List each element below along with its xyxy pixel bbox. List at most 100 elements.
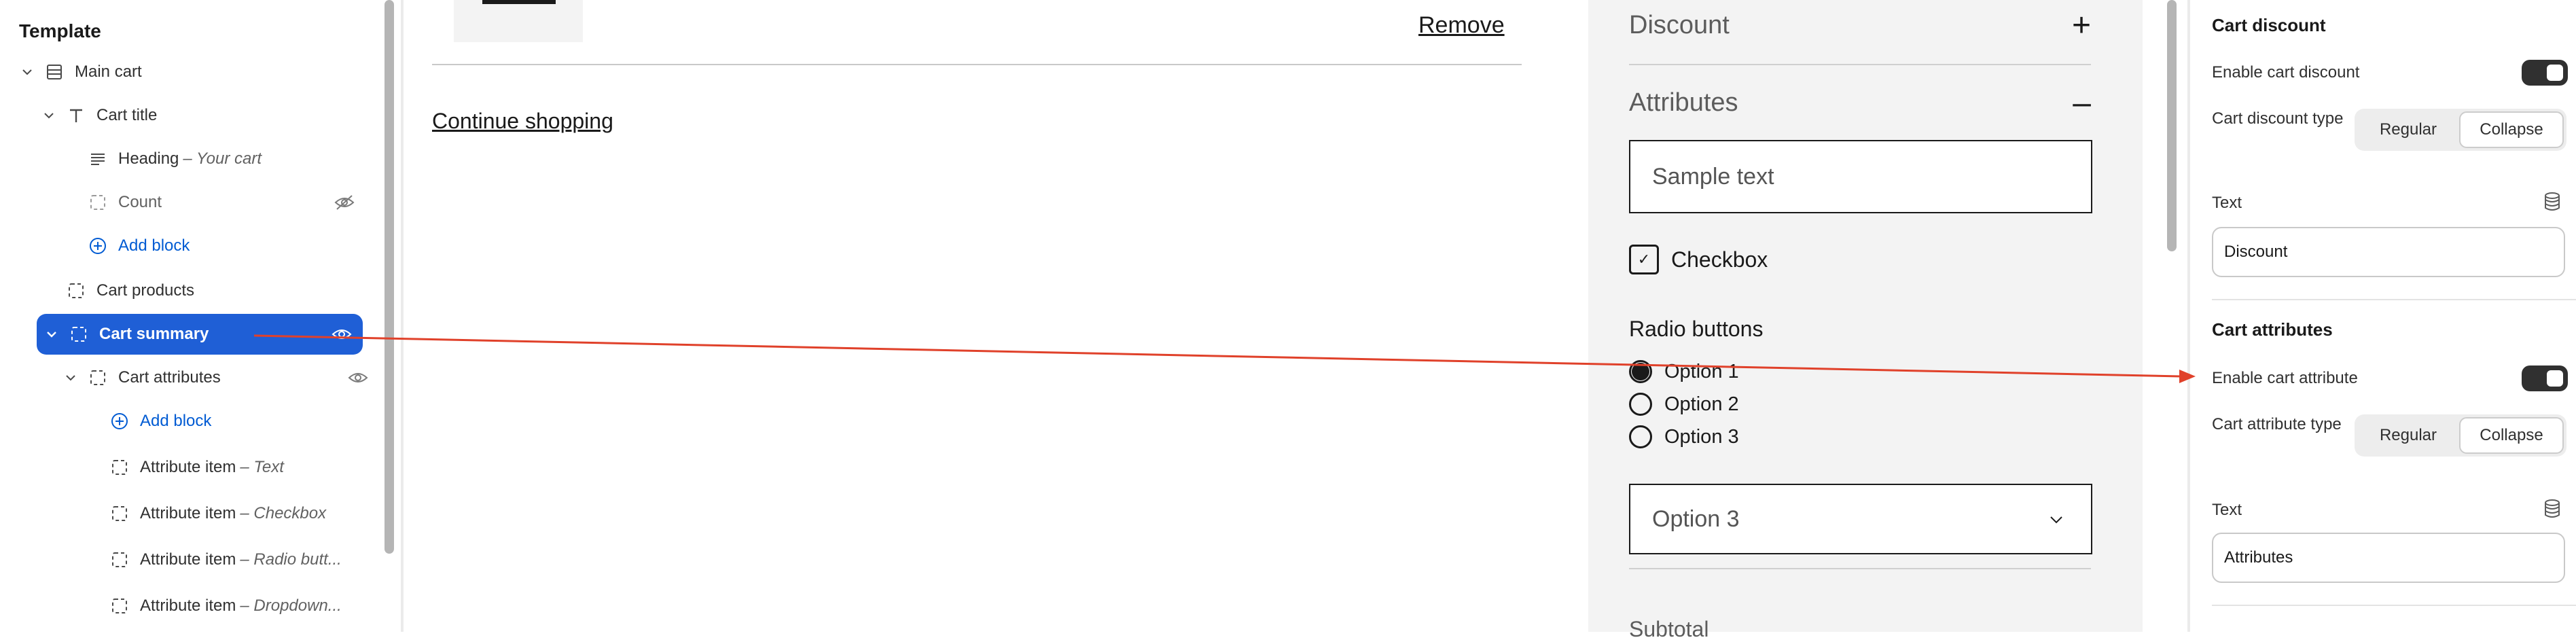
tree-item-main-cart[interactable]: Main cart bbox=[19, 52, 142, 92]
attributes-label: Attributes bbox=[1629, 88, 1738, 117]
tree-item-sublabel: – Your cart bbox=[183, 149, 262, 168]
divider bbox=[1629, 568, 2091, 569]
attribute-type-segmented[interactable]: Regular Collapse bbox=[2355, 414, 2566, 457]
radio-icon[interactable] bbox=[1629, 393, 1652, 416]
plus-circle-icon bbox=[110, 412, 129, 431]
tree-item-attribute-text[interactable]: Attribute item – Text bbox=[110, 447, 284, 488]
checkbox-icon[interactable]: ✓ bbox=[1629, 245, 1659, 274]
plus-circle-icon bbox=[88, 236, 107, 255]
tree-item-label: Attribute item bbox=[140, 504, 236, 522]
divider bbox=[2212, 299, 2576, 300]
tree-item-attribute-dropdown[interactable]: Attribute item – Dropdown... bbox=[110, 586, 342, 626]
dynamic-source-icon[interactable] bbox=[2543, 499, 2562, 519]
text-type-icon bbox=[67, 106, 86, 125]
sidebar-title: Template bbox=[19, 20, 101, 41]
sample-text-input[interactable]: Sample text bbox=[1629, 140, 2092, 213]
radio-option-label: Option 3 bbox=[1664, 425, 1739, 448]
tree-item-attribute-radio[interactable]: Attribute item – Radio butt... bbox=[110, 539, 342, 580]
radio-icon[interactable] bbox=[1629, 425, 1652, 448]
enable-attribute-toggle[interactable] bbox=[2522, 365, 2568, 391]
add-block-label: Add block bbox=[118, 236, 190, 255]
heading-icon bbox=[88, 149, 107, 168]
radio-option-label: Option 2 bbox=[1664, 393, 1739, 415]
chevron-down-icon[interactable] bbox=[41, 107, 57, 124]
eye-hidden-icon[interactable] bbox=[334, 193, 355, 212]
text-label: Text bbox=[2212, 501, 2242, 519]
tree-item-sublabel: – Checkbox bbox=[240, 504, 327, 522]
add-block-button[interactable]: Add block bbox=[88, 226, 190, 266]
product-image bbox=[482, 0, 556, 4]
tree-item-attribute-checkbox[interactable]: Attribute item – Checkbox bbox=[110, 493, 326, 534]
tree-item-label: Attribute item bbox=[140, 550, 236, 569]
chevron-down-icon[interactable] bbox=[62, 370, 79, 386]
tree-item-count[interactable]: Count bbox=[88, 182, 368, 223]
tree-item-label: Cart summary bbox=[99, 325, 209, 343]
tree-item-label: Count bbox=[118, 193, 162, 211]
dropdown-select[interactable]: Option 3 bbox=[1629, 484, 2092, 554]
tree-item-sublabel: – Radio butt... bbox=[240, 550, 342, 569]
segment-collapse[interactable]: Collapse bbox=[2459, 417, 2564, 454]
attribute-text-input[interactable]: Attributes bbox=[2212, 533, 2565, 583]
tree-item-sublabel: – Text bbox=[240, 458, 284, 476]
block-icon bbox=[110, 504, 129, 523]
store-preview: Remove Continue shopping Discount + Attr… bbox=[404, 0, 2187, 641]
block-icon bbox=[88, 368, 107, 387]
product-thumbnail bbox=[454, 0, 583, 42]
radio-option[interactable]: Option 3 bbox=[1629, 425, 1739, 448]
tree-item-label: Attribute item bbox=[140, 596, 236, 615]
tree-item-cart-title[interactable]: Cart title bbox=[41, 95, 157, 136]
discount-text-input[interactable]: Discount bbox=[2212, 227, 2565, 277]
eye-icon[interactable] bbox=[348, 368, 368, 387]
dropdown-value: Option 3 bbox=[1652, 505, 1740, 532]
tree-item-label: Cart attributes bbox=[118, 368, 221, 387]
segment-regular[interactable]: Regular bbox=[2357, 111, 2459, 148]
radio-selected-icon[interactable] bbox=[1629, 360, 1652, 383]
tree-item-cart-attributes[interactable]: Cart attributes bbox=[62, 357, 368, 398]
discount-label: Discount bbox=[1629, 11, 1730, 39]
cart-discount-heading: Cart discount bbox=[2212, 15, 2326, 35]
subtotal-label: Subtotal bbox=[1629, 617, 1709, 641]
chevron-down-icon[interactable] bbox=[19, 64, 35, 80]
block-icon bbox=[110, 596, 129, 616]
tree-item-label: Cart products bbox=[96, 281, 195, 300]
divider bbox=[2212, 605, 2576, 606]
sidebar-scrollbar[interactable] bbox=[384, 0, 394, 554]
enable-discount-toggle[interactable] bbox=[2522, 60, 2568, 86]
template-sidebar: Template Main cart Cart title Heading – … bbox=[0, 0, 404, 632]
chevron-down-icon bbox=[2047, 508, 2065, 535]
cart-summary-panel: Discount + Attributes – Sample text ✓ Ch… bbox=[1588, 0, 2143, 641]
tree-item-label: Cart title bbox=[96, 106, 158, 124]
checkbox-label: Checkbox bbox=[1671, 247, 1768, 272]
tree-item-cart-products[interactable]: Cart products bbox=[67, 270, 194, 311]
divider bbox=[1629, 64, 2091, 65]
radio-option[interactable]: Option 2 bbox=[1629, 393, 1739, 416]
dynamic-source-icon[interactable] bbox=[2543, 192, 2562, 212]
block-icon bbox=[110, 550, 129, 569]
section-icon bbox=[45, 63, 64, 82]
discount-accordion[interactable]: Discount + bbox=[1629, 10, 2091, 42]
radio-buttons-title: Radio buttons bbox=[1629, 317, 1764, 341]
cart-attributes-heading: Cart attributes bbox=[2212, 319, 2333, 340]
attributes-accordion[interactable]: Attributes – bbox=[1629, 87, 2091, 120]
tree-item-cart-summary[interactable]: Cart summary bbox=[37, 314, 363, 355]
radio-option[interactable]: Option 1 bbox=[1629, 360, 1739, 383]
add-block-button[interactable]: Add block bbox=[110, 401, 211, 442]
checkbox-attribute[interactable]: ✓ Checkbox bbox=[1629, 245, 1768, 274]
segment-regular[interactable]: Regular bbox=[2357, 417, 2459, 454]
block-icon bbox=[110, 458, 129, 477]
tree-item-label: Heading bbox=[118, 149, 179, 168]
remove-link[interactable]: Remove bbox=[1418, 12, 1505, 39]
enable-discount-label: Enable cart discount bbox=[2212, 63, 2360, 82]
tree-item-heading[interactable]: Heading – Your cart bbox=[88, 139, 262, 179]
tree-item-label: Main cart bbox=[75, 63, 142, 81]
segment-collapse[interactable]: Collapse bbox=[2459, 111, 2564, 148]
discount-type-label: Cart discount type bbox=[2212, 109, 2344, 128]
discount-type-segmented[interactable]: Regular Collapse bbox=[2355, 109, 2566, 151]
eye-icon[interactable] bbox=[332, 325, 352, 344]
preview-scrollbar[interactable] bbox=[2167, 0, 2177, 251]
plus-icon[interactable]: + bbox=[2072, 10, 2091, 42]
tree-item-sublabel: – Dropdown... bbox=[240, 596, 342, 615]
chevron-down-icon[interactable] bbox=[43, 326, 60, 342]
minus-icon[interactable]: – bbox=[2073, 87, 2091, 120]
continue-shopping-link[interactable]: Continue shopping bbox=[432, 109, 613, 134]
